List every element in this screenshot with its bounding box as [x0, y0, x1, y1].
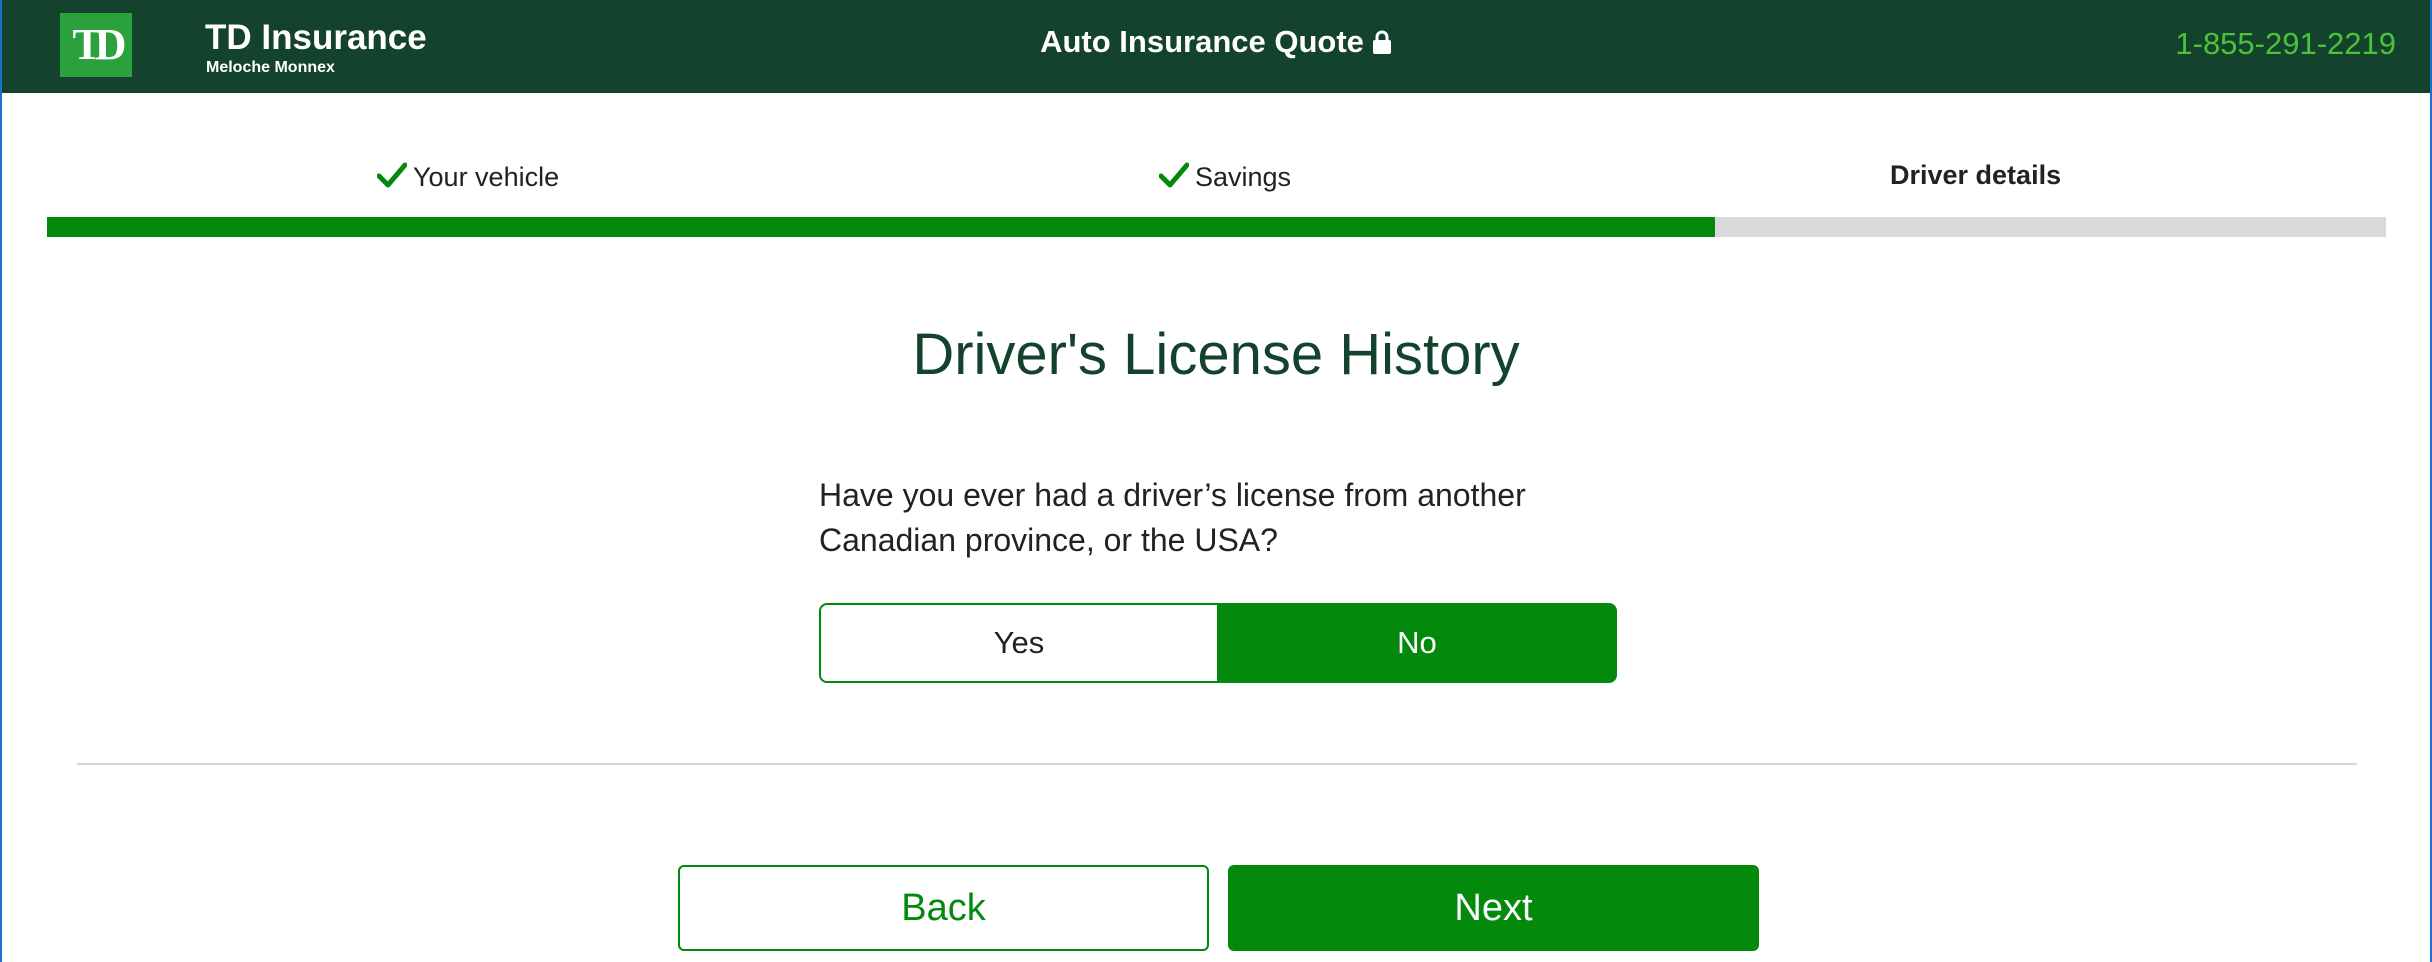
no-option-button[interactable]: No: [1217, 603, 1617, 683]
phone-number-link[interactable]: 1-855-291-2219: [2175, 28, 2396, 59]
header-title-text: Auto Insurance Quote: [1040, 24, 1364, 59]
progress-step-savings: Savings: [1158, 162, 1292, 193]
progress-bar-fill: [47, 217, 1715, 237]
check-icon: [1158, 162, 1190, 193]
next-button[interactable]: Next: [1228, 865, 1759, 951]
step-label: Your vehicle: [413, 162, 560, 192]
divider: [77, 763, 2357, 765]
progress-step-driver-details: Driver details: [1890, 162, 2061, 189]
progress-step-your-vehicle: Your vehicle: [376, 162, 560, 193]
page: TD TD Insurance Meloche Monnex Auto Insu…: [0, 0, 2432, 962]
progress-bar: [47, 217, 2386, 237]
page-header-title: Auto Insurance Quote: [2, 26, 2430, 57]
top-bar: TD TD Insurance Meloche Monnex Auto Insu…: [2, 0, 2430, 93]
brand-subtitle: Meloche Monnex: [206, 59, 335, 76]
yes-no-toggle: Yes No: [819, 603, 1617, 683]
check-icon: [376, 162, 408, 193]
page-title: Driver's License History: [912, 322, 1520, 387]
back-button[interactable]: Back: [678, 865, 1209, 951]
yes-option-button[interactable]: Yes: [819, 603, 1217, 683]
question-text: Have you ever had a driver’s license fro…: [819, 477, 1526, 558]
step-label: Savings: [1195, 162, 1292, 192]
lock-icon: [1372, 29, 1392, 60]
step-label: Driver details: [1890, 160, 2062, 190]
